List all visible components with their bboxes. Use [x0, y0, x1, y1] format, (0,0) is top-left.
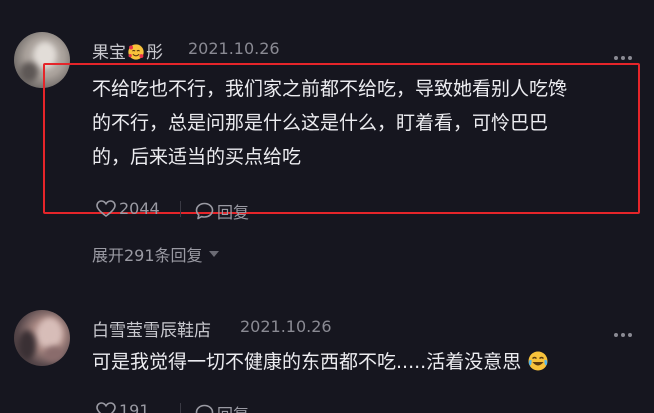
reply-label: 回复 — [217, 203, 250, 222]
smiling-face-with-hearts-icon — [128, 44, 144, 60]
divider — [180, 201, 181, 217]
avatar-blur — [38, 318, 62, 348]
like-button[interactable]: 2044 — [96, 199, 160, 218]
more-options-icon[interactable] — [614, 56, 632, 60]
divider — [180, 403, 181, 413]
more-options-icon[interactable] — [614, 333, 632, 337]
comment-bubble-icon — [195, 202, 214, 220]
avatar-blur — [20, 62, 38, 82]
comment-date: 2021.10.26 — [240, 317, 332, 336]
like-count: 191 — [119, 401, 150, 413]
avatar-blur — [18, 330, 36, 360]
reply-button[interactable]: 回复 — [195, 199, 249, 223]
like-count: 2044 — [119, 199, 160, 218]
username-text: 彤 — [146, 43, 163, 63]
crying-laughing-face-icon — [528, 351, 548, 371]
comment-text-content: 可是我觉得一切不健康的东西都不吃.....活着没意思 — [92, 351, 522, 373]
comment-bubble-icon — [195, 404, 214, 413]
username-text: 果宝 — [92, 43, 126, 63]
comment-text: 可是我觉得一切不健康的东西都不吃.....活着没意思 — [92, 345, 632, 379]
comment-list: 果宝 彤 2021.10.26 不给吃也不行，我们家之前都不给吃，导致她看别人吃… — [0, 0, 654, 413]
highlight-box — [43, 63, 640, 214]
expand-replies-label: 展开291条回复 — [92, 246, 203, 265]
avatar[interactable] — [14, 310, 70, 366]
avatar-blur — [44, 346, 64, 362]
heart-icon — [96, 401, 116, 413]
comment-username[interactable]: 白雪莹雪辰鞋店 — [92, 316, 211, 341]
like-button[interactable]: 191 — [96, 401, 150, 413]
expand-replies-button[interactable]: 展开291条回复 — [92, 242, 219, 266]
comment-username[interactable]: 果宝 彤 — [92, 38, 163, 63]
reply-button[interactable]: 回复 — [195, 401, 249, 413]
chevron-down-icon — [208, 251, 219, 257]
heart-icon — [96, 199, 116, 217]
reply-label: 回复 — [217, 401, 249, 413]
comment-date: 2021.10.26 — [188, 39, 280, 58]
